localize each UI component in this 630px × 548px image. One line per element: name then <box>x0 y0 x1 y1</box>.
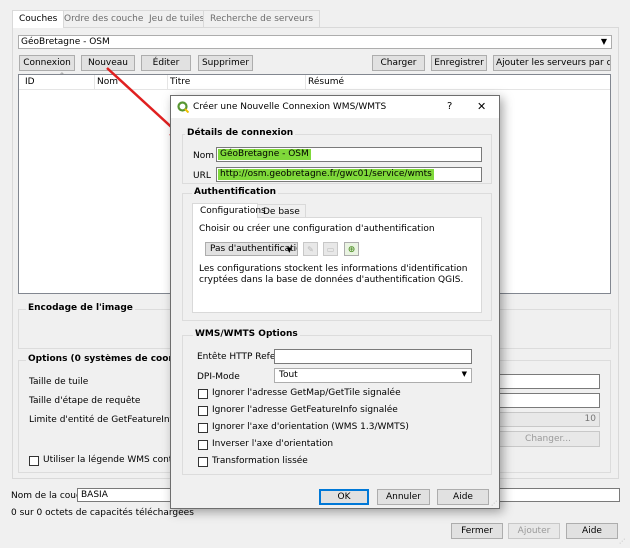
feature-limit-value: 10 <box>584 414 596 424</box>
auth-config-select[interactable]: Pas d'authentification ▼ <box>205 242 298 256</box>
column-id[interactable]: ID <box>25 77 35 87</box>
ok-button[interactable]: OK <box>319 489 369 505</box>
ignore-getmap-checkbox[interactable] <box>198 389 208 399</box>
feature-limit-label: Limite d'entité de GetFeatureInfo <box>29 415 179 425</box>
help-button[interactable]: Aide <box>566 523 618 539</box>
referer-input[interactable] <box>274 349 472 364</box>
minus-icon: ▭ <box>326 245 335 254</box>
auth-title: Authentification <box>192 187 279 197</box>
remove-auth-config-button[interactable]: ▭ <box>323 242 338 256</box>
chevron-down-icon: ▼ <box>286 246 292 254</box>
name-label: Nom <box>193 151 215 161</box>
auth-config-value: Pas d'authentification <box>210 244 298 254</box>
connection-select[interactable]: GéoBretagne - OSM ▼ <box>18 35 612 49</box>
delete-button[interactable]: Supprimer <box>198 55 253 71</box>
dialog-help-icon[interactable]: ? <box>447 101 452 112</box>
options-title: Options (0 systèmes de coordonnées dispo… <box>26 354 171 364</box>
wms-options-title: WMS/WMTS Options <box>193 329 300 339</box>
name-value: GéoBretagne - OSM <box>218 149 311 160</box>
close-button[interactable]: Fermer <box>451 523 503 539</box>
download-status: 0 sur 0 octets de capacités téléchargées <box>11 508 194 518</box>
auth-info-text: Les configurations stockent les informat… <box>199 264 468 285</box>
connect-button[interactable]: Connexion <box>19 55 75 71</box>
url-input[interactable]: http://osm.geobretagne.fr/gwc01/service/… <box>216 167 482 182</box>
step-size-label: Taille d'étape de requête <box>29 396 141 406</box>
auth-tab-configurations-label: Configurations <box>200 206 266 216</box>
auth-tab-configurations[interactable]: Configurations <box>192 203 266 218</box>
tile-size-input[interactable] <box>496 374 600 389</box>
smooth-transform-label: Transformation lissée <box>212 456 308 466</box>
cancel-button[interactable]: Annuler <box>377 489 430 505</box>
url-value: http://osm.geobretagne.fr/gwc01/service/… <box>218 169 434 180</box>
load-button[interactable]: Charger <box>372 55 425 71</box>
qgis-icon <box>177 101 189 113</box>
image-encoding-title: Encodage de l'image <box>26 303 135 313</box>
add-default-servers-button[interactable]: Ajouter les serveurs par défaut <box>493 55 611 71</box>
connection-selected-value: GéoBretagne - OSM <box>21 37 110 47</box>
sort-up-icon: ^ <box>59 72 65 80</box>
invert-axis-checkbox[interactable] <box>198 440 208 450</box>
ignore-getmap-label: Ignorer l'adresse GetMap/GetTile signalé… <box>212 388 401 398</box>
details-title: Détails de connexion <box>185 128 296 138</box>
tab-ordre-des-couches[interactable]: Ordre des couches <box>58 10 156 27</box>
layer-name-value: BASIA <box>81 490 108 500</box>
column-summary[interactable]: Résumé <box>308 77 344 87</box>
dpi-mode-label: DPI-Mode <box>197 372 240 382</box>
add-auth-config-button[interactable]: ⊕ <box>344 242 359 256</box>
tab-recherche-de-serveurs[interactable]: Recherche de serveurs <box>203 10 321 27</box>
new-connection-dialog: Créer une Nouvelle Connexion WMS/WMTS ? … <box>170 95 500 509</box>
smooth-transform-checkbox[interactable] <box>198 457 208 467</box>
ignore-axis-label: Ignorer l'axe d'orientation (WMS 1.3/WMT… <box>212 422 409 432</box>
wms-legend-checkbox[interactable] <box>29 456 39 466</box>
auth-tab-basic-label: De base <box>263 207 300 217</box>
tab-jeu-de-tuiles[interactable]: Jeu de tuiles <box>143 10 212 27</box>
auth-choose-label: Choisir ou créer une configuration d'aut… <box>199 224 435 234</box>
change-crs-button[interactable]: Changer... <box>496 431 600 447</box>
ignore-getfeatureinfo-checkbox[interactable] <box>198 406 208 416</box>
feature-limit-input[interactable]: 10 <box>496 412 600 427</box>
ignore-axis-checkbox[interactable] <box>198 423 208 433</box>
url-label: URL <box>193 171 211 181</box>
name-input[interactable]: GéoBretagne - OSM <box>216 147 482 162</box>
resize-grip-icon[interactable]: ⋰ <box>619 538 625 545</box>
save-button[interactable]: Enregistrer <box>431 55 487 71</box>
chevron-down-icon: ▼ <box>461 370 467 378</box>
ignore-getfeatureinfo-label: Ignorer l'adresse GetFeatureInfo signalé… <box>212 405 398 415</box>
invert-axis-label: Inverser l'axe d'orientation <box>212 439 334 449</box>
dpi-mode-value: Tout <box>279 370 298 380</box>
arrow-shaft <box>106 67 180 135</box>
dialog-help-button[interactable]: Aide <box>437 489 489 505</box>
change-crs-label: Changer... <box>525 434 571 444</box>
dpi-mode-select[interactable]: Tout ▼ <box>274 368 472 383</box>
auth-tab-panel: Choisir ou créer une configuration d'aut… <box>192 217 482 313</box>
edit-auth-config-button[interactable]: ✎ <box>303 242 318 256</box>
chevron-down-icon: ▼ <box>600 37 607 46</box>
add-button[interactable]: Ajouter <box>508 523 560 539</box>
plus-icon: ⊕ <box>347 245 356 255</box>
pencil-icon: ✎ <box>307 245 314 254</box>
tile-size-label: Taille de tuile <box>29 377 89 387</box>
tab-couches[interactable]: Couches <box>12 10 65 28</box>
dialog-title: Créer une Nouvelle Connexion WMS/WMTS <box>193 102 387 112</box>
dialog-close-icon[interactable]: ✕ <box>477 100 486 113</box>
resize-grip-icon[interactable]: ⋰ <box>491 500 497 507</box>
step-size-input[interactable] <box>496 393 600 408</box>
column-divider <box>305 75 306 90</box>
dialog-titlebar[interactable]: Créer une Nouvelle Connexion WMS/WMTS ? … <box>171 96 499 118</box>
